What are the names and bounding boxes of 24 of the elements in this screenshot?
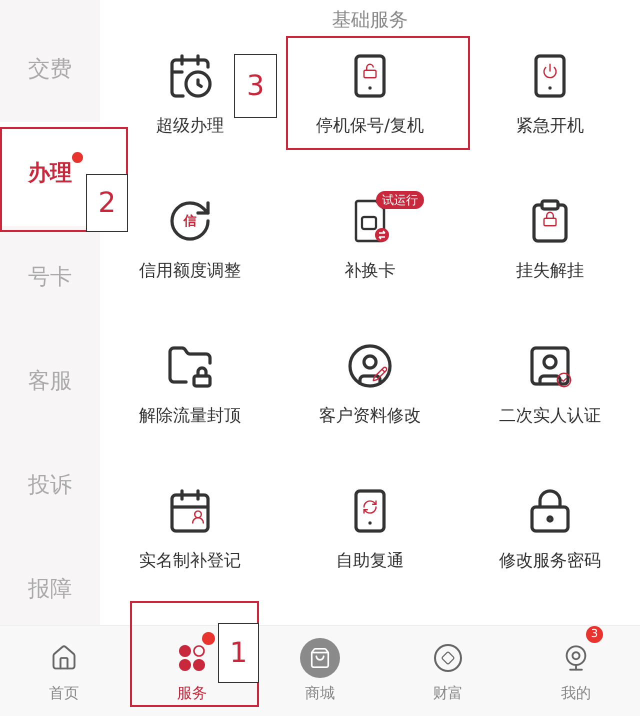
- icon-label: 信: [184, 214, 196, 228]
- service-item[interactable]: 二次实人认证: [499, 342, 601, 430]
- service-item[interactable]: 超级办理: [156, 52, 224, 140]
- service-item[interactable]: 自助复通: [336, 487, 404, 574]
- service-item[interactable]: 修改服务密码: [499, 487, 601, 574]
- diamond-coin-icon: [434, 644, 462, 672]
- count-badge: 3: [586, 626, 603, 643]
- annotation-number: 2: [86, 174, 128, 232]
- service-item[interactable]: 解除流量封顶: [139, 342, 241, 430]
- home-icon: [50, 644, 78, 672]
- service-item[interactable]: 挂失解挂: [516, 197, 584, 284]
- trial-badge: 试运行: [376, 191, 424, 209]
- annotation-number: 3: [234, 54, 277, 118]
- service-item[interactable]: 停机保号/复机: [316, 52, 424, 140]
- user-edit-icon: [346, 342, 394, 390]
- section-title: 基础服务: [331, 8, 409, 33]
- service-item[interactable]: 信 信用额度调整: [139, 197, 241, 284]
- nav-tab[interactable]: 服务: [173, 626, 211, 716]
- service-item[interactable]: 紧急开机: [516, 52, 584, 140]
- annotation-number: 1: [218, 623, 259, 683]
- grid-circles-icon: [178, 644, 206, 672]
- shopping-bag-icon: [300, 638, 340, 678]
- service-item[interactable]: 客户资料修改: [319, 342, 421, 430]
- service-item[interactable]: 实名制补登记: [139, 487, 241, 574]
